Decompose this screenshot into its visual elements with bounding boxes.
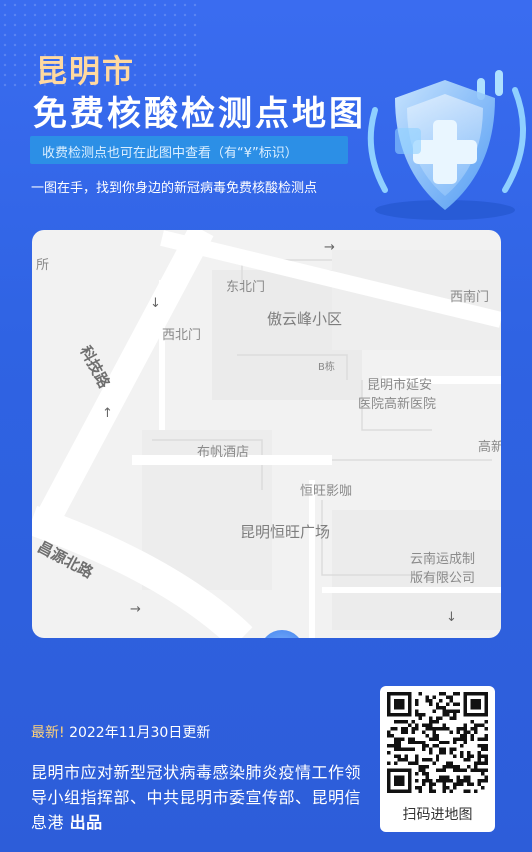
direction-arrow-down-2: ↓ [446,610,457,625]
direction-arrow-right: → [324,240,335,255]
tagline: 一图在手，找到你身边的新冠病毒免费核酸检测点 [31,181,318,196]
map-label-hengwang-plaza: 昆明恒旺广场 [240,523,331,541]
map-label-b-building: B栋 [318,362,335,373]
shield-cross-icon [367,70,526,220]
map-label-hengwang-cafe: 恒旺影咖 [300,484,353,499]
qr-card[interactable]: 扫码进地图 [380,686,495,832]
map-label-yanan-1: 昆明市延安 [367,378,433,393]
publisher-text: 昆明市应对新型冠状病毒感染肺炎疫情工作领导小组指挥部、中共昆明市委宣传部、昆明信… [31,760,366,835]
map-label-fragment: 所 [36,258,50,273]
direction-arrow-right-2: → [130,602,141,617]
map-label-xibeimen: 西北门 [162,328,202,343]
direction-arrow-up: ↑ [102,406,113,421]
map-label-yunnan-2: 版有限公司 [410,571,476,586]
map-label-yanan-2: 医院高新医院 [358,397,437,412]
qr-caption: 扫码进地图 [402,807,473,823]
subtitle-banner: 收费检测点也可在此图中查看（有“¥”标识） [30,136,348,164]
city-title: 昆明市 [36,54,135,90]
subtitle-text: 收费检测点也可在此图中查看（有“¥”标识） [42,146,298,161]
map-label-gaoxin: 高新 [478,440,501,455]
latest-label: 最新! [31,725,65,741]
map-view[interactable]: 所 东北门 西南门 傲云峰小区 西北门 B栋 昆明市延安 医院高新医院 高新 布… [32,230,501,638]
qr-code-icon[interactable] [387,692,488,793]
map-label-xinanmen: 西南门 [450,290,490,305]
update-date: 2022年11月30日更新 [69,725,211,741]
direction-arrow-down: ↓ [150,296,161,311]
map-label-dongbeimen: 东北门 [226,280,266,295]
map-label-aoyunfeng: 傲云峰小区 [267,310,343,328]
map-label-bufan: 布帆酒店 [197,445,250,460]
update-line: 最新! 2022年11月30日更新 [31,722,210,742]
publisher-suffix: 出品 [69,813,103,832]
page-title: 免费核酸检测点地图 [33,94,366,134]
map-label-yunnan-1: 云南运成制 [410,552,476,567]
